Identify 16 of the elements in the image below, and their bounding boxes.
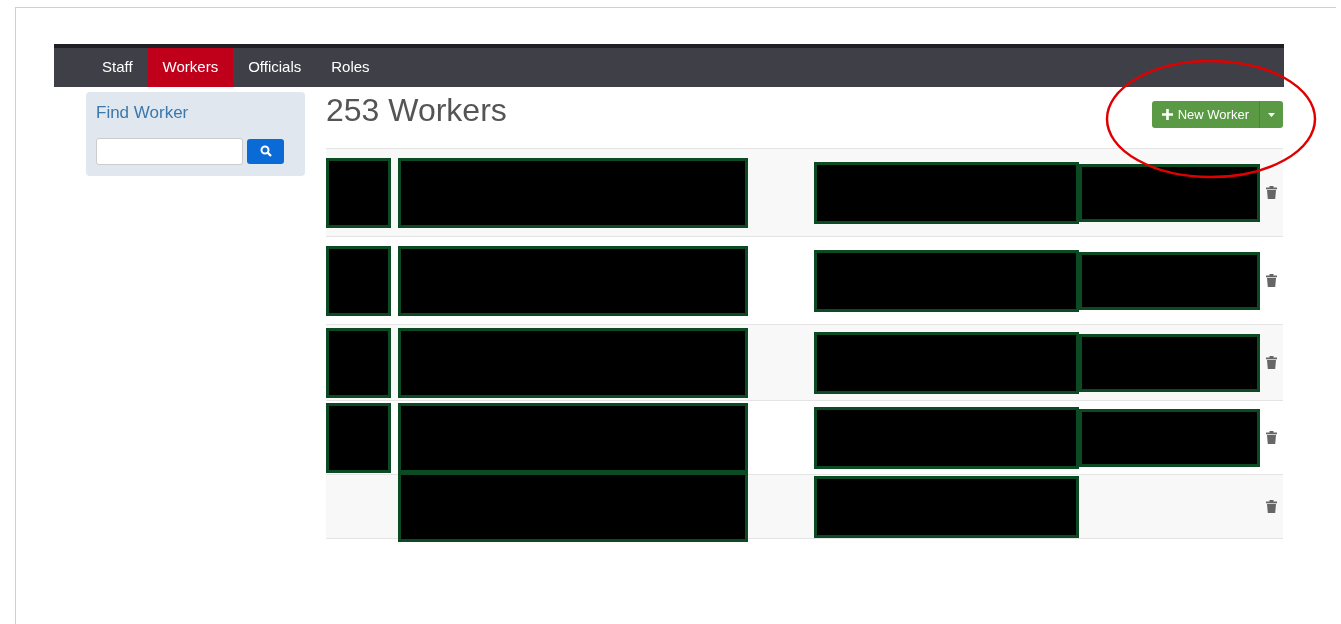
caret-icon <box>1268 112 1275 117</box>
trash-icon[interactable] <box>1266 186 1277 199</box>
search-field[interactable] <box>96 137 243 165</box>
page-title: 253 Workers <box>326 94 507 126</box>
nav-tab[interactable]: Roles <box>316 48 385 87</box>
nav-tab[interactable]: Officials <box>233 48 317 87</box>
search-icon <box>259 145 272 157</box>
nav-tab[interactable]: Workers <box>147 48 234 87</box>
trash-icon[interactable] <box>1266 356 1277 369</box>
nav-tab[interactable]: Staff <box>87 48 148 87</box>
search-button[interactable] <box>247 138 284 164</box>
trash-icon[interactable] <box>1266 274 1277 287</box>
trash-icon[interactable] <box>1266 431 1277 444</box>
trash-icon[interactable] <box>1266 500 1277 513</box>
plus-icon <box>1161 109 1173 120</box>
panel-title: Find Worker <box>96 102 190 124</box>
